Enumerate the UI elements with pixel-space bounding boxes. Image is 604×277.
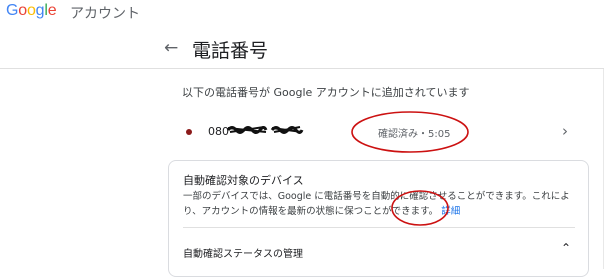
- logo-letters: Google: [6, 2, 57, 19]
- chevron-up-icon[interactable]: ⌃: [561, 241, 571, 255]
- auto-verify-status-section[interactable]: 自動確認ステータスの管理: [183, 245, 303, 260]
- auto-verify-title: 自動確認対象のデバイス: [183, 174, 304, 187]
- back-arrow-icon[interactable]: ←: [164, 38, 178, 58]
- logo-letter: o: [18, 2, 27, 19]
- auto-verify-description: 一部のデバイスでは、Google に電話番号を自動的に確認させることができます。…: [183, 189, 579, 219]
- logo-letter: G: [6, 2, 19, 19]
- top-bar: Google アカウント: [0, 0, 604, 24]
- google-logo[interactable]: Google: [6, 2, 57, 20]
- phone-status-text: 確認済み・5:05: [378, 129, 451, 140]
- header-divider: [0, 68, 604, 69]
- chevron-right-icon[interactable]: ›: [562, 122, 568, 140]
- auto-verify-desc-text: 一部のデバイスでは、Google に電話番号を自動的に確認させることができます。…: [183, 191, 570, 217]
- phone-status-dot: [186, 129, 192, 135]
- product-name: アカウント: [70, 6, 140, 22]
- redaction-scribble: [226, 126, 304, 134]
- logo-letter: e: [47, 2, 57, 19]
- intro-text: 以下の電話番号が Google アカウントに追加されています: [182, 86, 470, 99]
- auto-verify-card: 自動確認対象のデバイス 一部のデバイスでは、Google に電話番号を自動的に確…: [168, 160, 589, 277]
- logo-letter: o: [26, 2, 36, 19]
- details-link[interactable]: 詳細: [441, 206, 460, 217]
- phone-number-row[interactable]: 080 確認済み・5:05 ›: [168, 114, 580, 150]
- card-divider: [183, 227, 575, 228]
- page-title: 電話番号: [192, 40, 269, 62]
